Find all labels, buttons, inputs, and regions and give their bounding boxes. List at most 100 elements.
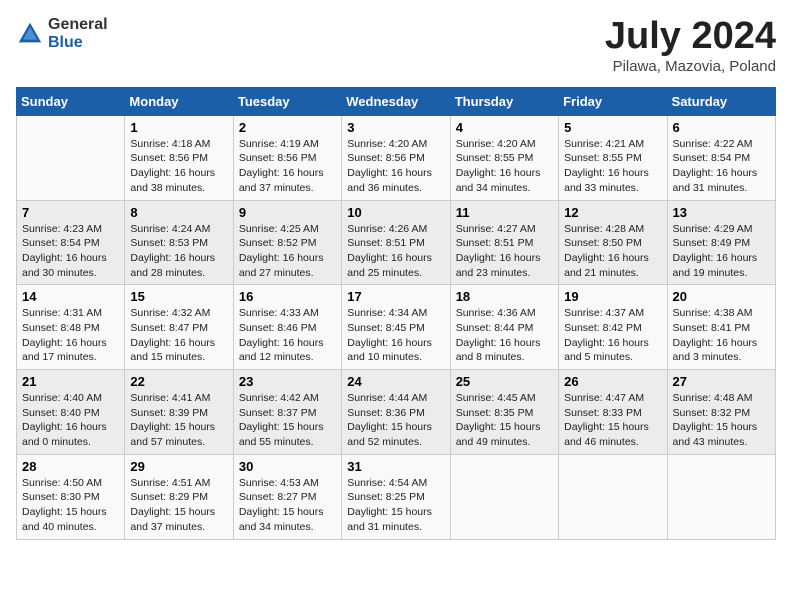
calendar-week-3: 14 Sunrise: 4:31 AMSunset: 8:48 PMDayligh… [17, 285, 776, 370]
day-info: Sunrise: 4:48 AMSunset: 8:32 PMDaylight:… [673, 391, 770, 450]
column-header-wednesday: Wednesday [342, 87, 450, 115]
calendar-cell: 6Sunrise: 4:22 AMSunset: 8:54 PMDaylight… [667, 115, 775, 200]
day-info: Sunrise: 4:44 AMSunset: 8:36 PMDaylight:… [347, 391, 444, 450]
calendar-week-1: 1 Sunrise: 4:18 AMSunset: 8:56 PMDaylight… [17, 115, 776, 200]
calendar-cell: 21Sunrise: 4:40 AMSunset: 8:40 PMDayligh… [17, 370, 125, 455]
calendar-cell: 3 Sunrise: 4:20 AMSunset: 8:56 PMDaylight… [342, 115, 450, 200]
column-header-sunday: Sunday [17, 87, 125, 115]
calendar-cell: 5Sunrise: 4:21 AMSunset: 8:55 PMDaylight… [559, 115, 667, 200]
title-block: July 2024 Pilawa, Mazovia, Poland [605, 16, 776, 75]
calendar-week-4: 21Sunrise: 4:40 AMSunset: 8:40 PMDayligh… [17, 370, 776, 455]
calendar-cell: 30 Sunrise: 4:53 AMSunset: 8:27 PMDayligh… [233, 454, 341, 539]
column-header-friday: Friday [559, 87, 667, 115]
day-number: 20 [673, 289, 770, 304]
day-info: Sunrise: 4:51 AMSunset: 8:29 PMDaylight:… [130, 476, 227, 535]
day-number: 4 [456, 120, 553, 135]
calendar-cell: 1 Sunrise: 4:18 AMSunset: 8:56 PMDaylight… [125, 115, 233, 200]
calendar-cell [17, 115, 125, 200]
calendar-cell: 27Sunrise: 4:48 AMSunset: 8:32 PMDayligh… [667, 370, 775, 455]
day-info: Sunrise: 4:37 AMSunset: 8:42 PMDaylight:… [564, 306, 661, 365]
day-info: Sunrise: 4:29 AMSunset: 8:49 PMDaylight:… [673, 222, 770, 281]
day-number: 21 [22, 374, 119, 389]
calendar-table: SundayMondayTuesdayWednesdayThursdayFrid… [16, 87, 776, 540]
calendar-cell [450, 454, 558, 539]
day-info: Sunrise: 4:25 AMSunset: 8:52 PMDaylight:… [239, 222, 336, 281]
logo-icon [16, 20, 44, 48]
day-number: 8 [130, 205, 227, 220]
day-info: Sunrise: 4:42 AMSunset: 8:37 PMDaylight:… [239, 391, 336, 450]
calendar-cell: 15 Sunrise: 4:32 AMSunset: 8:47 PMDayligh… [125, 285, 233, 370]
day-info: Sunrise: 4:38 AMSunset: 8:41 PMDaylight:… [673, 306, 770, 365]
day-info: Sunrise: 4:54 AMSunset: 8:25 PMDaylight:… [347, 476, 444, 535]
day-info: Sunrise: 4:19 AMSunset: 8:56 PMDaylight:… [239, 137, 336, 196]
calendar-cell: 17Sunrise: 4:34 AMSunset: 8:45 PMDayligh… [342, 285, 450, 370]
calendar-cell: 2 Sunrise: 4:19 AMSunset: 8:56 PMDaylight… [233, 115, 341, 200]
day-number: 10 [347, 205, 444, 220]
day-info: Sunrise: 4:26 AMSunset: 8:51 PMDaylight:… [347, 222, 444, 281]
day-info: Sunrise: 4:36 AMSunset: 8:44 PMDaylight:… [456, 306, 553, 365]
calendar-cell: 26Sunrise: 4:47 AMSunset: 8:33 PMDayligh… [559, 370, 667, 455]
day-number: 13 [673, 205, 770, 220]
day-number: 11 [456, 205, 553, 220]
day-info: Sunrise: 4:21 AMSunset: 8:55 PMDaylight:… [564, 137, 661, 196]
day-number: 15 [130, 289, 227, 304]
calendar-cell: 8 Sunrise: 4:24 AMSunset: 8:53 PMDaylight… [125, 200, 233, 285]
calendar-cell: 11 Sunrise: 4:27 AMSunset: 8:51 PMDayligh… [450, 200, 558, 285]
day-number: 6 [673, 120, 770, 135]
day-number: 2 [239, 120, 336, 135]
day-number: 16 [239, 289, 336, 304]
calendar-header-row: SundayMondayTuesdayWednesdayThursdayFrid… [17, 87, 776, 115]
page-header: General Blue July 2024 Pilawa, Mazovia, … [16, 16, 776, 75]
month-title: July 2024 [605, 16, 776, 58]
day-number: 3 [347, 120, 444, 135]
day-info: Sunrise: 4:45 AMSunset: 8:35 PMDaylight:… [456, 391, 553, 450]
day-info: Sunrise: 4:32 AMSunset: 8:47 PMDaylight:… [130, 306, 227, 365]
day-info: Sunrise: 4:31 AMSunset: 8:48 PMDaylight:… [22, 306, 119, 365]
calendar-cell: 22 Sunrise: 4:41 AMSunset: 8:39 PMDayligh… [125, 370, 233, 455]
day-number: 19 [564, 289, 661, 304]
logo-blue: Blue [48, 34, 108, 52]
calendar-cell: 25 Sunrise: 4:45 AMSunset: 8:35 PMDayligh… [450, 370, 558, 455]
column-header-monday: Monday [125, 87, 233, 115]
calendar-cell: 28 Sunrise: 4:50 AMSunset: 8:30 PMDayligh… [17, 454, 125, 539]
calendar-cell: 14 Sunrise: 4:31 AMSunset: 8:48 PMDayligh… [17, 285, 125, 370]
logo: General Blue [16, 16, 108, 52]
day-number: 17 [347, 289, 444, 304]
location: Pilawa, Mazovia, Poland [605, 58, 776, 75]
calendar-week-5: 28 Sunrise: 4:50 AMSunset: 8:30 PMDayligh… [17, 454, 776, 539]
day-number: 9 [239, 205, 336, 220]
day-info: Sunrise: 4:53 AMSunset: 8:27 PMDaylight:… [239, 476, 336, 535]
calendar-week-2: 7Sunrise: 4:23 AMSunset: 8:54 PMDaylight… [17, 200, 776, 285]
logo-general: General [48, 16, 108, 34]
calendar-cell: 13 Sunrise: 4:29 AMSunset: 8:49 PMDayligh… [667, 200, 775, 285]
day-number: 25 [456, 374, 553, 389]
day-info: Sunrise: 4:18 AMSunset: 8:56 PMDaylight:… [130, 137, 227, 196]
column-header-tuesday: Tuesday [233, 87, 341, 115]
day-number: 14 [22, 289, 119, 304]
day-number: 22 [130, 374, 227, 389]
day-info: Sunrise: 4:28 AMSunset: 8:50 PMDaylight:… [564, 222, 661, 281]
day-number: 28 [22, 459, 119, 474]
calendar-cell: 18 Sunrise: 4:36 AMSunset: 8:44 PMDayligh… [450, 285, 558, 370]
calendar-cell: 9 Sunrise: 4:25 AMSunset: 8:52 PMDaylight… [233, 200, 341, 285]
calendar-cell [667, 454, 775, 539]
day-info: Sunrise: 4:20 AMSunset: 8:56 PMDaylight:… [347, 137, 444, 196]
calendar-cell: 12 Sunrise: 4:28 AMSunset: 8:50 PMDayligh… [559, 200, 667, 285]
day-number: 29 [130, 459, 227, 474]
calendar-cell: 19 Sunrise: 4:37 AMSunset: 8:42 PMDayligh… [559, 285, 667, 370]
day-info: Sunrise: 4:23 AMSunset: 8:54 PMDaylight:… [22, 222, 119, 281]
day-number: 1 [130, 120, 227, 135]
logo-text: General Blue [48, 16, 108, 52]
calendar-cell: 7Sunrise: 4:23 AMSunset: 8:54 PMDaylight… [17, 200, 125, 285]
calendar-cell: 29 Sunrise: 4:51 AMSunset: 8:29 PMDayligh… [125, 454, 233, 539]
day-info: Sunrise: 4:50 AMSunset: 8:30 PMDaylight:… [22, 476, 119, 535]
day-info: Sunrise: 4:41 AMSunset: 8:39 PMDaylight:… [130, 391, 227, 450]
day-number: 30 [239, 459, 336, 474]
day-number: 18 [456, 289, 553, 304]
day-info: Sunrise: 4:27 AMSunset: 8:51 PMDaylight:… [456, 222, 553, 281]
day-info: Sunrise: 4:24 AMSunset: 8:53 PMDaylight:… [130, 222, 227, 281]
column-header-thursday: Thursday [450, 87, 558, 115]
day-number: 12 [564, 205, 661, 220]
column-header-saturday: Saturday [667, 87, 775, 115]
day-number: 26 [564, 374, 661, 389]
